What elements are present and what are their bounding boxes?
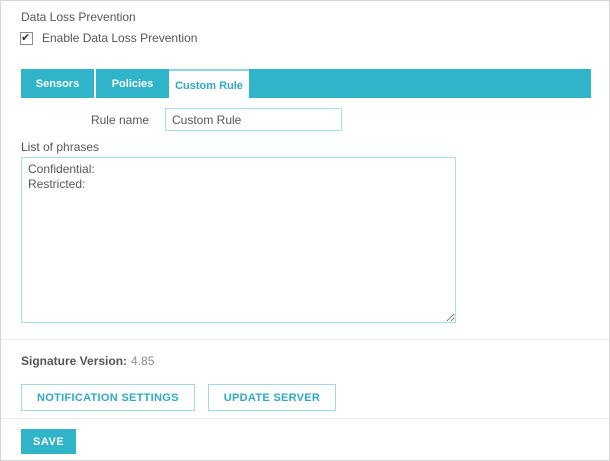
enable-dlp-checkbox[interactable] bbox=[20, 31, 33, 45]
save-button[interactable]: SAVE bbox=[21, 429, 77, 454]
rule-name-input[interactable] bbox=[165, 108, 342, 131]
dlp-settings-page: Data Loss Prevention Enable Data Loss Pr… bbox=[0, 0, 610, 461]
tab-policies[interactable]: Policies bbox=[96, 69, 169, 98]
notification-settings-button[interactable]: NOTIFICATION SETTINGS bbox=[21, 384, 195, 411]
tab-strip: Sensors Policies Custom Rule bbox=[21, 69, 591, 100]
page-title: Data Loss Prevention bbox=[21, 10, 136, 24]
enable-dlp-label: Enable Data Loss Prevention bbox=[42, 31, 198, 45]
signature-version-value: 4.85 bbox=[131, 354, 155, 368]
secondary-buttons-row: NOTIFICATION SETTINGS UPDATE SERVER bbox=[21, 384, 337, 411]
list-of-phrases-label: List of phrases bbox=[21, 140, 100, 154]
tab-sensors[interactable]: Sensors bbox=[21, 69, 96, 98]
list-of-phrases-textarea[interactable]: Confidential: Restricted: bbox=[21, 157, 456, 323]
rule-name-label: Rule name bbox=[90, 113, 149, 127]
signature-version-label: Signature Version: bbox=[21, 354, 128, 368]
section-divider bbox=[1, 418, 609, 419]
enable-dlp-row: Enable Data Loss Prevention bbox=[20, 31, 197, 45]
signature-version-row: Signature Version: 4.85 bbox=[21, 354, 154, 368]
section-divider bbox=[1, 339, 609, 340]
update-server-button[interactable]: UPDATE SERVER bbox=[207, 384, 337, 411]
tab-custom-rule[interactable]: Custom Rule bbox=[169, 69, 249, 100]
